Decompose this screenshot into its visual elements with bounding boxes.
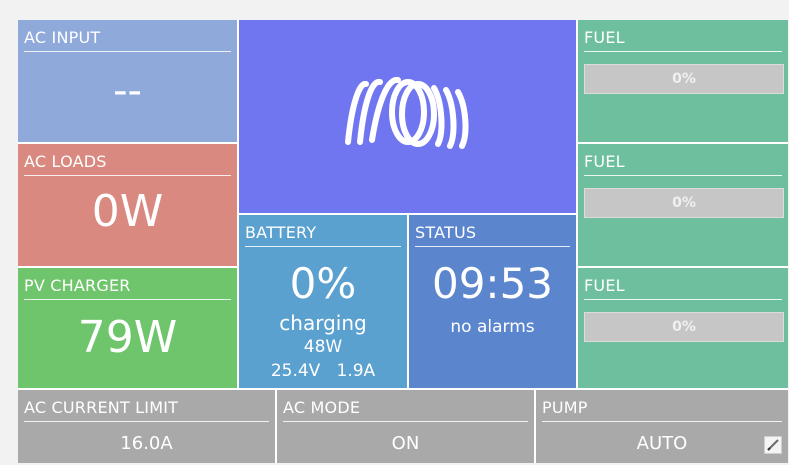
logo-tile [239,20,576,213]
battery-tile[interactable]: BATTERY 0% charging 48W 25.4V 1.9A [239,215,407,388]
ac-input-value: -- [113,68,142,114]
fuel-tile-2[interactable]: FUEL 0% [578,144,788,266]
ac-loads-value: 0W [91,186,164,237]
ac-current-limit-title: AC CURRENT LIMIT [24,398,269,422]
fuel-title-3: FUEL [584,276,782,300]
fuel-tile-1[interactable]: FUEL 0% [578,20,788,142]
ac-current-limit-button[interactable]: AC CURRENT LIMIT 16.0A [18,390,275,463]
battery-title: BATTERY [245,223,401,247]
pump-value: AUTO [636,433,688,454]
battery-readings: 25.4V 1.9A [239,361,407,381]
ac-mode-button[interactable]: AC MODE ON [277,390,534,463]
battery-state: charging [279,311,367,335]
pv-charger-value: 79W [77,312,178,363]
fuel-title-2: FUEL [584,152,782,176]
pv-charger-title: PV CHARGER [24,276,231,300]
ac-mode-title: AC MODE [283,398,528,422]
status-tile[interactable]: STATUS 09:53 no alarms [409,215,576,388]
battery-soc: 0% [289,259,357,308]
dashboard: AC INPUT -- AC LOADS 0W PV CHARGER 79W B [18,20,788,463]
pump-button[interactable]: PUMP AUTO [536,390,788,463]
status-time: 09:53 [431,259,554,308]
battery-current: 1.9A [336,361,376,381]
status-alarms: no alarms [450,317,535,337]
victron-logo-icon [345,77,469,149]
fuel-title-1: FUEL [584,28,782,52]
status-title: STATUS [415,223,570,247]
ac-loads-tile[interactable]: AC LOADS 0W [18,144,237,266]
battery-voltage: 25.4V [270,361,321,381]
ac-input-title: AC INPUT [24,28,231,52]
pump-title: PUMP [542,398,782,422]
fuel-level-bar-2: 0% [584,188,784,218]
fuel-tile-3[interactable]: FUEL 0% [578,268,788,388]
fuel-level-bar-3: 0% [584,312,784,342]
ac-current-limit-value: 16.0A [120,433,173,454]
ac-loads-title: AC LOADS [24,152,231,176]
ac-mode-value: ON [391,433,420,454]
pv-charger-tile[interactable]: PV CHARGER 79W [18,268,237,388]
edit-icon[interactable] [764,436,782,454]
fuel-level-bar-1: 0% [584,64,784,94]
battery-power: 48W [303,337,343,357]
ac-input-tile[interactable]: AC INPUT -- [18,20,237,142]
